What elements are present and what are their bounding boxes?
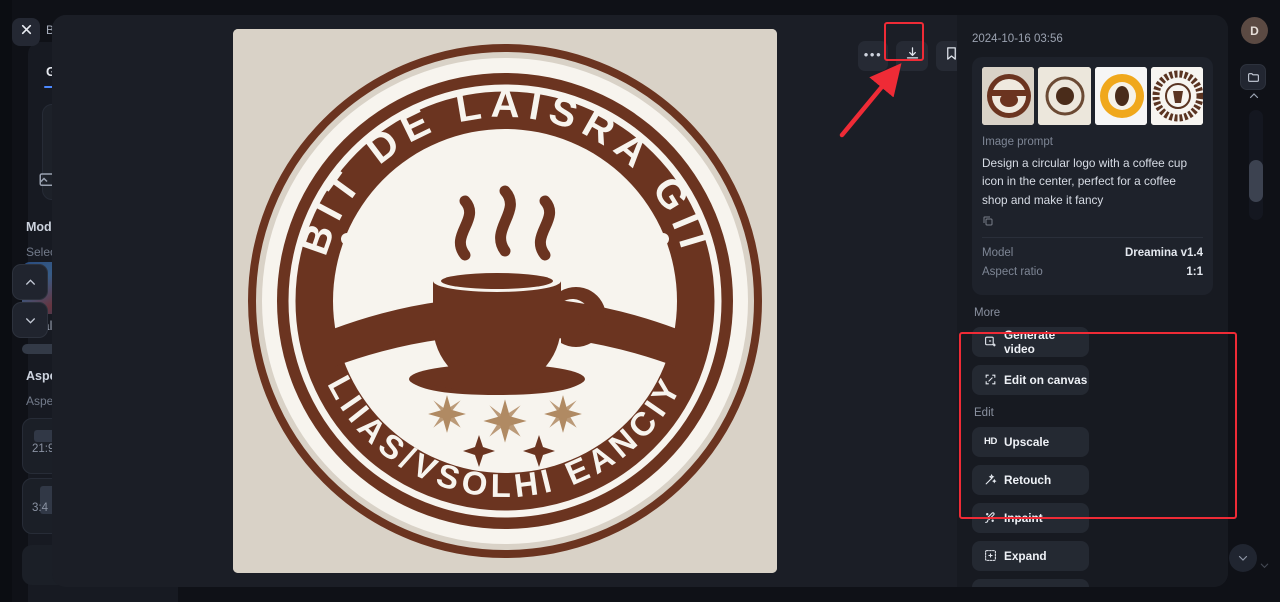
download-icon <box>905 46 920 66</box>
thumbnail-3[interactable] <box>1150 67 1203 125</box>
download-button[interactable] <box>896 41 928 71</box>
upscale-button[interactable]: HD Upscale <box>972 426 1089 457</box>
assets-folder-button[interactable] <box>1240 64 1266 90</box>
chevron-down-icon <box>25 317 35 324</box>
aspect-ratio-row: Aspect ratio 1:1 <box>982 266 1203 278</box>
expand-button[interactable]: Expand <box>972 540 1089 571</box>
more-horizontal-icon: ••• <box>863 46 883 62</box>
expand-icon <box>984 549 997 562</box>
chevron-up-icon <box>25 278 35 285</box>
edit-on-canvas-label: Edit on canvas <box>1004 372 1088 387</box>
thumbnail-row <box>982 67 1203 125</box>
image-detail-modal: ••• BIT DE LAISRA GII LIIAS/VSOĹHI EANCI… <box>52 15 1228 587</box>
model-value: Dreamina v1.4 <box>1125 246 1203 259</box>
generation-timestamp: 2024-10-16 03:56 <box>972 33 1063 45</box>
generated-image[interactable]: BIT DE LAISRA GII LIIAS/VSOĹHI EANCIY IO… <box>233 29 777 573</box>
copy-icon[interactable] <box>982 214 994 226</box>
rail-chevron-down-icon[interactable] <box>1259 560 1270 571</box>
model-row: Model Dreamina v1.4 <box>982 247 1203 259</box>
thumbnail-1[interactable] <box>1038 67 1091 125</box>
more-button-group: Generate video Edit on canvas <box>972 326 1213 395</box>
aspect-option-1-label: 3:4 <box>32 502 48 514</box>
image-toolbar: ••• <box>858 41 966 71</box>
retouch-button[interactable]: Retouch <box>972 464 1089 495</box>
inpaint-label: Inpaint <box>1004 510 1043 525</box>
canvas-edit-icon <box>984 373 997 386</box>
generate-video-button[interactable]: Generate video <box>972 326 1089 357</box>
avatar[interactable]: D <box>1241 17 1268 44</box>
close-button[interactable] <box>12 18 40 46</box>
expand-label: Expand <box>1004 548 1047 563</box>
rail-chevron-up-icon[interactable] <box>1248 90 1260 102</box>
magic-wand-icon <box>984 473 997 486</box>
scrollbar-thumb[interactable] <box>1249 160 1263 202</box>
inpaint-button[interactable]: Inpaint <box>972 502 1089 533</box>
chevron-down-icon <box>1238 555 1248 561</box>
scroll-down-button[interactable] <box>1229 544 1257 572</box>
more-section-label: More <box>974 306 1001 319</box>
retouch-label: Retouch <box>1004 472 1052 487</box>
prompt-label: Image prompt <box>982 136 1053 148</box>
carousel-next-button[interactable] <box>12 302 48 338</box>
remove-button[interactable]: Remove <box>972 578 1089 587</box>
close-icon <box>20 23 33 41</box>
app-root: Back Generate Describe the Model Select … <box>0 0 1280 602</box>
inpaint-brush-icon <box>984 511 997 524</box>
thumbnail-card: Image prompt Design a circular logo with… <box>972 57 1213 295</box>
more-options-button[interactable]: ••• <box>858 41 888 71</box>
coffee-logo-artwork: BIT DE LAISRA GII LIIAS/VSOĹHI EANCIY IO… <box>233 29 777 573</box>
video-generate-icon <box>984 335 997 348</box>
generate-video-label: Generate video <box>1004 327 1056 356</box>
aspect-ratio-value: 1:1 <box>1186 265 1203 278</box>
folder-icon <box>1247 72 1259 82</box>
hd-icon: HD <box>983 436 998 448</box>
background-left-rail <box>0 0 12 602</box>
prompt-text: Design a circular logo with a coffee cup… <box>982 156 1188 207</box>
aspect-ratio-key: Aspect ratio <box>982 265 1043 278</box>
thumbnail-2[interactable] <box>1094 67 1147 125</box>
carousel-prev-button[interactable] <box>12 264 48 300</box>
model-key: Model <box>982 246 1014 259</box>
details-divider <box>982 236 1203 238</box>
edit-section-label: Edit <box>974 406 994 419</box>
details-panel: 2024-10-16 03:56 Image prompt Design a c… <box>957 15 1228 587</box>
edit-on-canvas-button[interactable]: Edit on canvas <box>972 364 1089 395</box>
edit-button-group: HD Upscale Retouch Inpaint Expand <box>972 426 1213 587</box>
thumbnail-0[interactable] <box>982 67 1035 125</box>
upscale-label: Upscale <box>1004 434 1050 449</box>
